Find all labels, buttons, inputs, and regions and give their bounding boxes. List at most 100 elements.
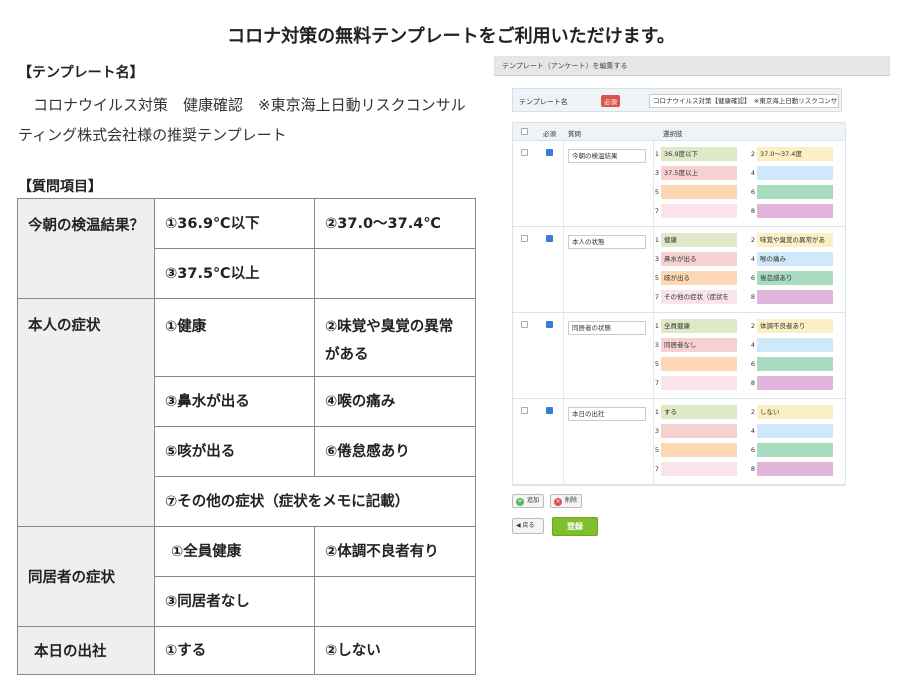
choice-number: 4 (750, 341, 755, 349)
question-title: 同居者の症状 (17, 526, 155, 627)
choice-input[interactable] (661, 204, 737, 218)
add-button-label: 追加 (527, 497, 540, 504)
choice-number: 8 (750, 379, 755, 387)
required-checkbox[interactable] (546, 235, 553, 242)
choice-number: 5 (654, 446, 659, 454)
question-input[interactable]: 本日の出社 (568, 407, 646, 421)
row-select-checkbox[interactable] (521, 235, 528, 242)
row-select-checkbox[interactable] (521, 149, 528, 156)
template-name-input[interactable]: コロナウイルス対策【健康確認】 ※東京海上日動リスクコンサル (649, 94, 839, 108)
option-cell: ①健康 (154, 298, 315, 377)
choice-input[interactable] (757, 185, 833, 199)
choice-input[interactable] (757, 166, 833, 180)
question-block: 本人の状態 1 健康 2 味覚や臭覚の異常があ 3 鼻水が出る 4 喉の痛み 5 咳が出る 6 倦怠感あ… (513, 227, 845, 313)
choice-input[interactable]: 体調不良者あり (757, 319, 833, 333)
option-cell: ②体調不良者有り (314, 526, 476, 577)
required-checkbox[interactable] (546, 321, 553, 328)
choice-input[interactable]: しない (757, 405, 833, 419)
choice-input[interactable] (757, 376, 833, 390)
delete-button[interactable]: × 削除 (550, 494, 583, 508)
choice-number: 6 (750, 188, 755, 196)
choice-input[interactable] (757, 357, 833, 371)
option-cell: ①全員健康 (154, 526, 315, 577)
choice-input[interactable] (661, 376, 737, 390)
plus-icon: + (516, 498, 524, 506)
choice-number: 2 (750, 322, 755, 330)
choice-number: 2 (750, 150, 755, 158)
row-select-checkbox[interactable] (521, 407, 528, 414)
choice-input[interactable]: 鼻水が出る (661, 252, 737, 266)
choice-number: 7 (654, 379, 659, 387)
choice-input[interactable] (757, 290, 833, 304)
choice-input[interactable]: する (661, 405, 737, 419)
choice-number: 8 (750, 207, 755, 215)
choice-input[interactable]: 36.9度以下 (661, 147, 737, 161)
choice-input[interactable] (757, 424, 833, 438)
required-checkbox[interactable] (546, 407, 553, 414)
choice-number: 6 (750, 446, 755, 454)
choice-input[interactable]: 喉の痛み (757, 252, 833, 266)
option-cell: ②味覚や臭覚の異常がある (314, 298, 476, 377)
column-divider (563, 399, 564, 485)
option-cell: ①する (154, 626, 315, 675)
choice-input[interactable] (757, 443, 833, 457)
option-cell: ③同居者なし (154, 576, 315, 627)
choice-input[interactable] (661, 185, 737, 199)
column-divider (563, 141, 564, 227)
choice-number: 3 (654, 341, 659, 349)
template-name-row: テンプレート名 必須 コロナウイルス対策【健康確認】 ※東京海上日動リスクコンサ… (512, 88, 842, 112)
question-column-header: 質問 (568, 130, 581, 138)
template-editor-screenshot: テンプレート（アンケート）を編集する テンプレート名 必須 コロナウイルス対策【… (494, 56, 890, 546)
choice-input[interactable] (757, 462, 833, 476)
choice-input[interactable] (661, 357, 737, 371)
choice-number: 3 (654, 427, 659, 435)
choice-number: 4 (750, 427, 755, 435)
choice-input[interactable] (757, 338, 833, 352)
page-headline: コロナ対策の無料テンプレートをご利用いただけます。 (227, 26, 675, 47)
choice-input[interactable]: その他の症状（症状を (661, 290, 737, 304)
save-button[interactable]: 登録 (552, 517, 598, 536)
delete-button-label: 削除 (565, 497, 578, 504)
choice-input[interactable] (661, 443, 737, 457)
choice-number: 7 (654, 465, 659, 473)
choice-input[interactable]: 同居者なし (661, 338, 737, 352)
question-input[interactable]: 今朝の検温結果 (568, 149, 646, 163)
back-button-label: 戻る (522, 522, 535, 529)
choice-input[interactable] (661, 462, 737, 476)
back-button[interactable]: ◀ 戻る (512, 518, 544, 534)
choice-number: 6 (750, 274, 755, 282)
question-table: 今朝の検温結果？ ①36.9℃以下 ②37.0～37.4℃ ③37.5℃以上 本… (17, 198, 476, 675)
option-cell: ⑦その他の症状（症状をメモに記載） (154, 476, 476, 527)
select-all-checkbox[interactable] (521, 128, 528, 135)
option-cell: ⑥倦怠感あり (314, 426, 476, 477)
add-button[interactable]: + 追加 (512, 494, 545, 508)
choice-input[interactable]: 37.0〜37.4度 (757, 147, 833, 161)
choice-input[interactable] (661, 424, 737, 438)
required-column-header: 必須 (543, 130, 556, 138)
choice-number: 7 (654, 293, 659, 301)
choice-number: 6 (750, 360, 755, 368)
choice-number: 7 (654, 207, 659, 215)
choices-column-header: 選択肢 (663, 130, 683, 138)
question-block: 本日の出社 1 する 2 しない 3 4 5 6 7 8 (513, 399, 845, 485)
choice-input[interactable] (757, 204, 833, 218)
choice-input[interactable]: 全員健康 (661, 319, 737, 333)
choice-number: 5 (654, 188, 659, 196)
row-select-checkbox[interactable] (521, 321, 528, 328)
choice-input[interactable]: 味覚や臭覚の異常があ (757, 233, 833, 247)
choice-input[interactable]: 37.5度以上 (661, 166, 737, 180)
choice-input[interactable]: 倦怠感あり (757, 271, 833, 285)
question-input[interactable]: 同居者の状態 (568, 321, 646, 335)
question-title: 今朝の検温結果？ (17, 198, 155, 299)
required-checkbox[interactable] (546, 149, 553, 156)
choice-input[interactable]: 健康 (661, 233, 737, 247)
option-cell: ⑤咳が出る (154, 426, 315, 477)
option-cell: ②しない (314, 626, 476, 675)
choice-input[interactable]: 咳が出る (661, 271, 737, 285)
choice-number: 5 (654, 360, 659, 368)
choice-number: 5 (654, 274, 659, 282)
close-icon: × (554, 498, 562, 506)
choice-number: 1 (654, 236, 659, 244)
question-block: 今朝の検温結果 1 36.9度以下 2 37.0〜37.4度 3 37.5度以上 4 5 6 7 8 (513, 141, 845, 227)
question-input[interactable]: 本人の状態 (568, 235, 646, 249)
